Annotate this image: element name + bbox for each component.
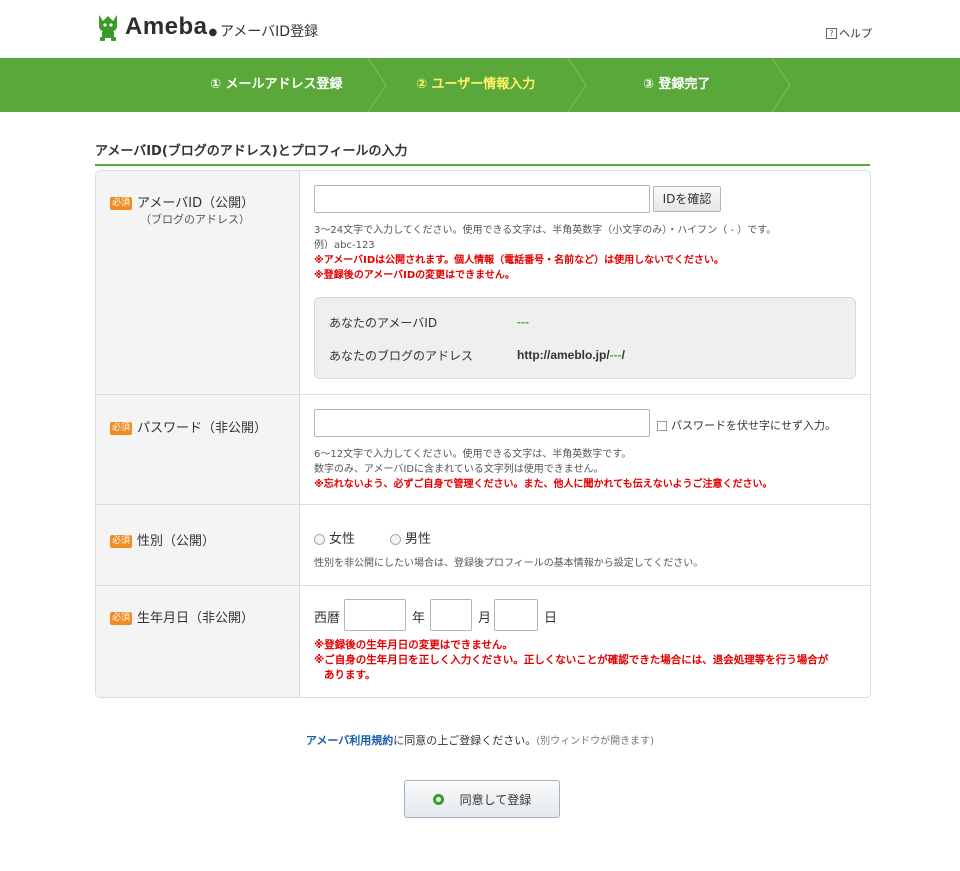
page-title: アメーバID登録: [220, 24, 319, 40]
year-unit: 年: [412, 611, 426, 626]
birthday-warning-accuracy: ※ご自身の生年月日を正しく入力ください。正しくないことが確認できた場合には、退会…: [314, 654, 829, 666]
terms-agreement: アメーバ利用規約に同意の上ご登録ください。(別ウィンドウが開きます): [0, 732, 960, 748]
section-title: アメーバID(ブログのアドレス)とプロフィールの入力: [95, 140, 870, 166]
preview-id-label: あなたのアメーバID: [329, 316, 438, 330]
birthday-warning-change: ※登録後の生年月日の変更はできません。: [314, 639, 513, 651]
required-badge: 必須: [110, 197, 133, 210]
step-separator-icon: [567, 58, 587, 112]
gender-male-option[interactable]: 男性: [390, 528, 431, 547]
password-label: 必須 パスワード（非公開）: [110, 417, 267, 436]
preview-id-value: ---: [517, 315, 529, 329]
birthday-era: 西暦: [314, 611, 341, 626]
terms-link[interactable]: アメーバ利用規約: [306, 734, 393, 747]
gender-female-option[interactable]: 女性: [314, 528, 355, 547]
birthday-warning-accuracy-cont: あります。: [324, 669, 376, 681]
preview-blog-id: ---: [609, 348, 622, 362]
ameba-id-sublabel: （ブログのアドレス）: [140, 213, 250, 226]
help-link[interactable]: ? ヘルプ: [826, 25, 872, 41]
gender-male-label: 男性: [405, 532, 432, 547]
row-divider: [96, 585, 870, 586]
show-password-checkbox[interactable]: [657, 421, 667, 431]
step-email: ① メールアドレス登録: [210, 77, 343, 92]
registration-form: 必須 アメーバID（公開） （ブログのアドレス） IDを確認 3〜24文字で入力し…: [95, 170, 871, 698]
preview-blog-label: あなたのブログのアドレス: [329, 349, 474, 363]
password-warning: ※忘れないよう、必ずご自身で管理ください。また、他人に聞かれても伝えないようご注…: [314, 479, 773, 490]
day-unit: 日: [544, 611, 558, 626]
birthday-notes: ※登録後の生年月日の変更はできません。 ※ご自身の生年月日を正しく入力ください。…: [314, 638, 828, 683]
gender-male-radio[interactable]: [390, 534, 401, 545]
circle-icon: [432, 793, 444, 805]
birth-year-input[interactable]: [344, 599, 406, 631]
ameba-id-warning-public: ※アメーバIDは公開されます。個人情報（電話番号・名前など）は使用しないでくださ…: [314, 255, 724, 266]
ameba-id-note-example: 例）abc-123: [314, 240, 375, 251]
ameba-mascot-icon: [99, 15, 117, 41]
ameba-id-label: 必須 アメーバID（公開） （ブログのアドレス）: [110, 192, 254, 227]
birthday-label: 必須 生年月日（非公開）: [110, 607, 254, 626]
help-icon: ?: [826, 27, 837, 39]
preview-blog-url: http://ameblo.jp/---/: [517, 348, 625, 362]
ameba-logo[interactable]: Ameba ●: [95, 12, 217, 42]
logo-text: Ameba: [125, 13, 208, 40]
ameba-id-note-rule: 3〜24文字で入力してください。使用できる文字は、半角英数字（小文字のみ）・ハイ…: [314, 225, 777, 236]
password-input[interactable]: [314, 409, 650, 437]
show-password-toggle[interactable]: パスワードを伏せ字にせず入力。: [657, 417, 836, 433]
birthday-label-text: 生年月日（非公開）: [137, 611, 255, 626]
terms-note: (別ウィンドウが開きます): [536, 736, 655, 747]
logo-dot: ●: [208, 26, 218, 38]
password-label-text: パスワード（非公開）: [137, 421, 268, 436]
ameba-id-input[interactable]: [314, 185, 650, 213]
ameba-id-warning-change: ※登録後のアメーバIDの変更はできません。: [314, 270, 515, 281]
ameba-id-notes: 3〜24文字で入力してください。使用できる文字は、半角英数字（小文字のみ）・ハイ…: [314, 223, 776, 283]
gender-label: 必須 性別（公開）: [110, 530, 215, 549]
help-label: ヘルプ: [839, 27, 872, 40]
required-badge: 必須: [110, 612, 133, 625]
password-notes: 6〜12文字で入力してください。使用できる文字は、半角英数字です。 数字のみ、ア…: [314, 447, 773, 492]
id-preview-box: あなたのアメーバID --- あなたのブログのアドレス http://amebl…: [314, 297, 856, 379]
terms-text: に同意の上ご登録ください。: [393, 734, 537, 747]
step-separator-icon: [771, 58, 791, 112]
submit-label: 同意して登録: [459, 792, 532, 807]
row-divider: [96, 394, 870, 395]
step-separator-icon: [367, 58, 387, 112]
step-user-info: ② ユーザー情報入力: [416, 77, 536, 92]
step-complete: ③ 登録完了: [643, 77, 711, 92]
progress-steps: ① メールアドレス登録 ② ユーザー情報入力 ③ 登録完了: [0, 58, 960, 112]
check-id-button[interactable]: IDを確認: [653, 186, 721, 212]
gender-female-label: 女性: [329, 532, 356, 547]
required-badge: 必須: [110, 535, 133, 548]
gender-label-text: 性別（公開）: [137, 534, 216, 549]
row-divider: [96, 504, 870, 505]
gender-note: 性別を非公開にしたい場合は、登録後プロフィールの基本情報から設定してください。: [314, 558, 704, 569]
agree-and-register-button[interactable]: 同意して登録: [404, 780, 560, 818]
ameba-id-label-text: アメーバID（公開）: [137, 196, 255, 211]
preview-blog-suffix: /: [621, 348, 626, 362]
password-note-rule: 6〜12文字で入力してください。使用できる文字は、半角英数字です。: [314, 449, 632, 460]
month-unit: 月: [478, 611, 492, 626]
birth-month-input[interactable]: [430, 599, 472, 631]
password-note-restriction: 数字のみ、アメーバIDに含まれている文字列は使用できません。: [314, 464, 604, 475]
birth-day-input[interactable]: [494, 599, 538, 631]
show-password-label: パスワードを伏せ字にせず入力。: [671, 419, 836, 432]
required-badge: 必須: [110, 422, 133, 435]
preview-blog-prefix: http://ameblo.jp/: [517, 348, 610, 362]
header: Ameba ● アメーバID登録 ? ヘルプ: [0, 0, 960, 58]
gender-female-radio[interactable]: [314, 534, 325, 545]
